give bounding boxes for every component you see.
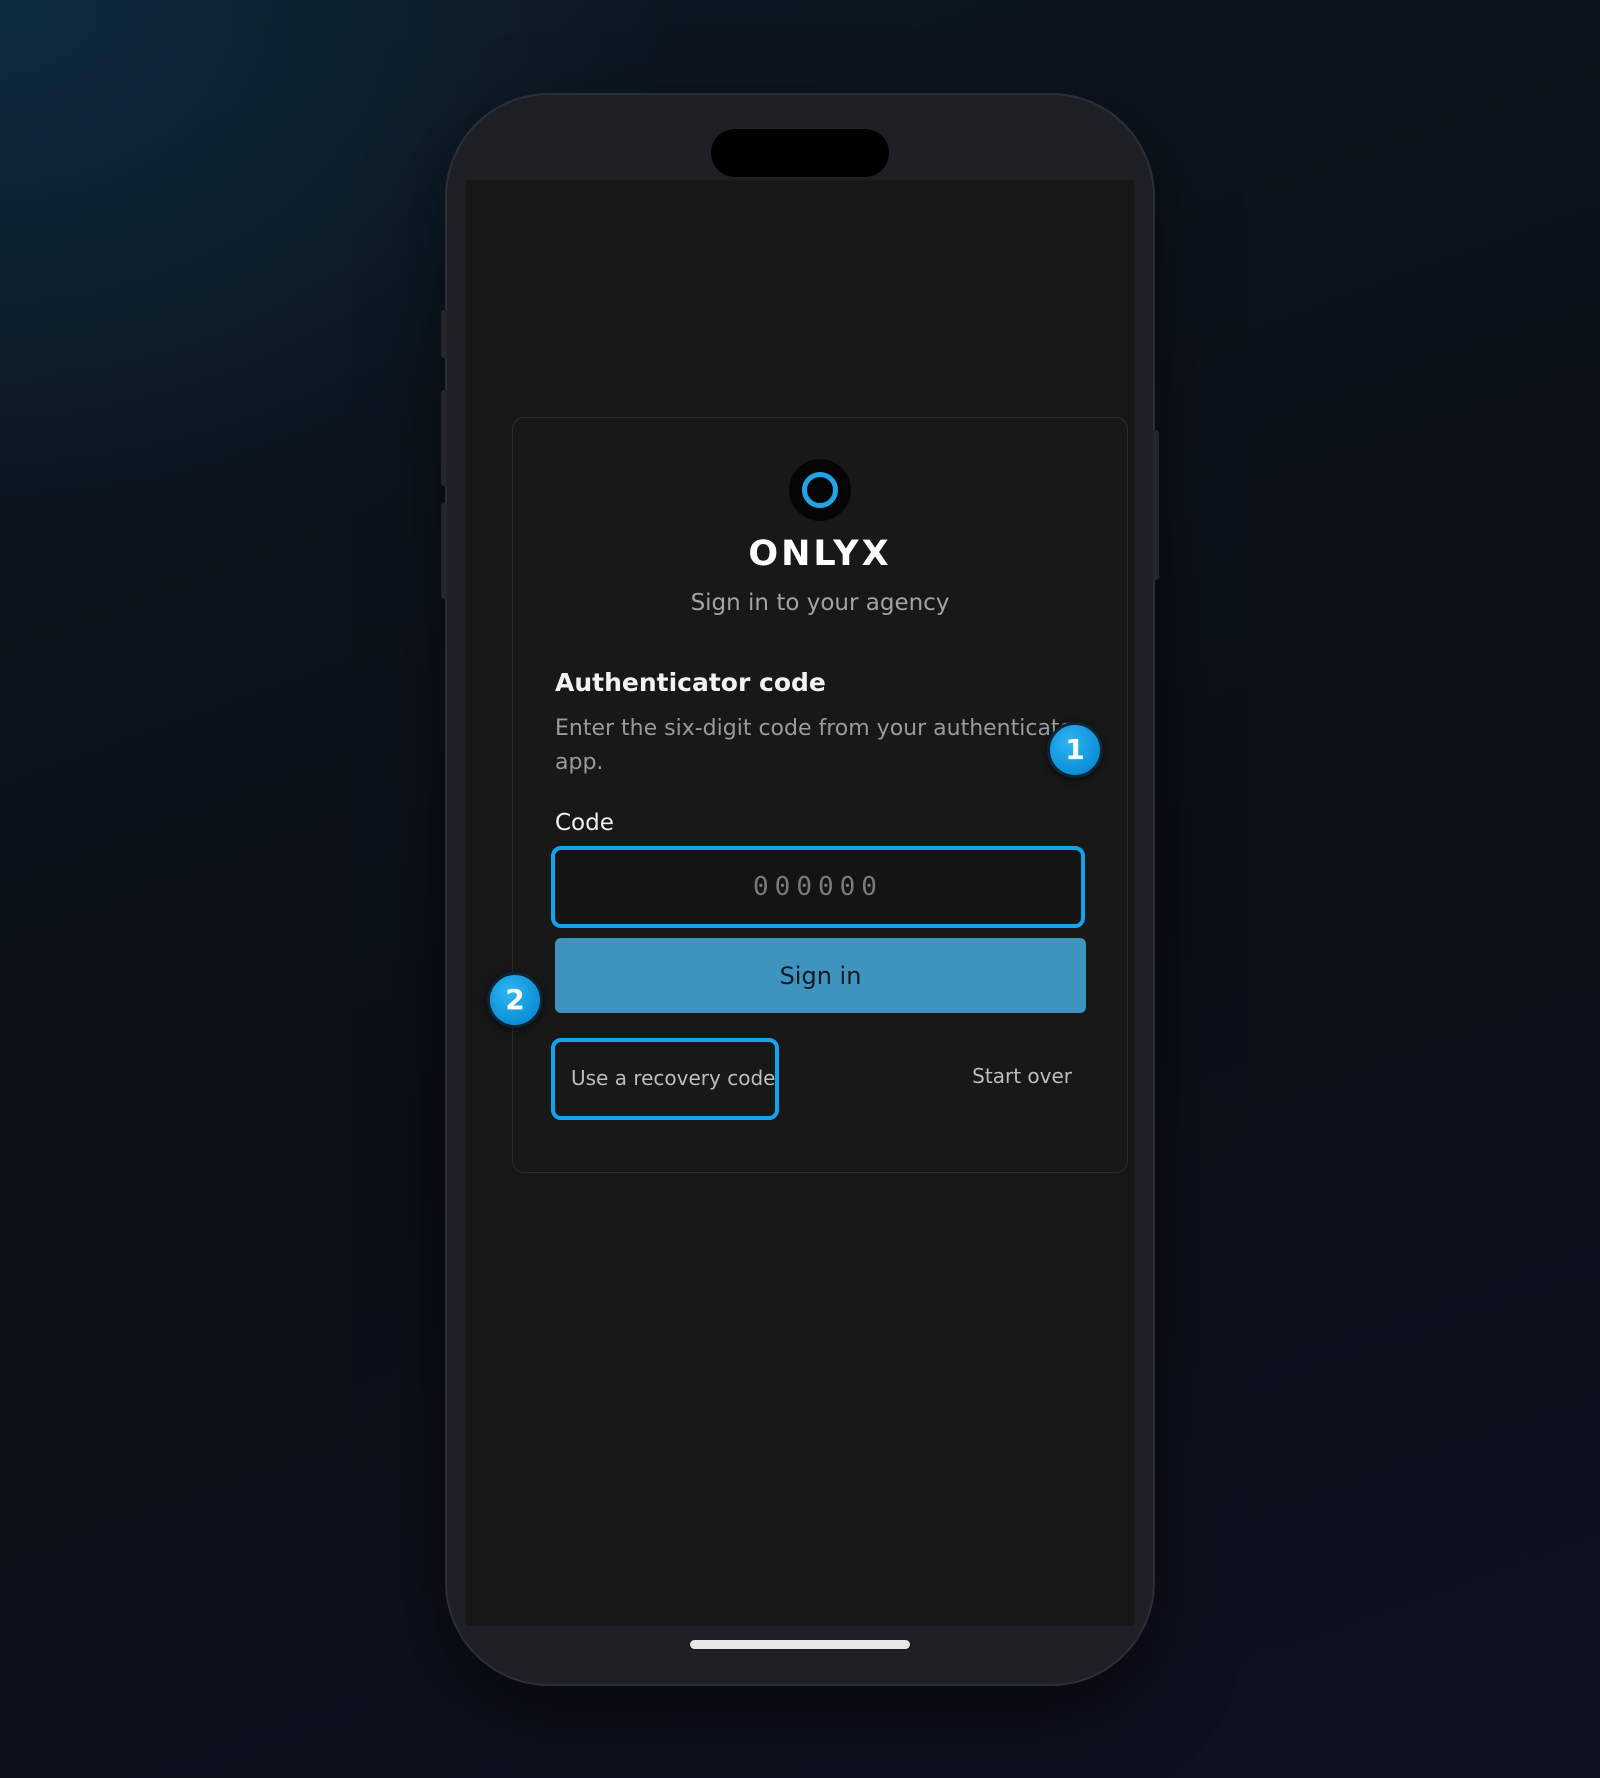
signin-card: ONLYX Sign in to your agency Authenticat… [512,417,1128,1173]
recovery-code-link[interactable]: Use a recovery code [551,1038,779,1120]
logo-ring [802,472,838,508]
volume-up-button [441,390,447,486]
volume-down-button [441,503,447,599]
sign-in-button[interactable]: Sign in [555,938,1086,1013]
code-input[interactable] [551,846,1085,928]
brand-name: ONLYX [748,534,892,574]
home-indicator [690,1640,910,1649]
onlyx-logo-icon [789,459,851,521]
annotation-badge-2: 2 [487,972,543,1028]
auth-description: Enter the six-digit code from your authe… [555,716,1083,775]
power-button [1153,430,1159,580]
start-over-link[interactable]: Start over [972,1064,1072,1088]
annotation-badge-1: 1 [1047,722,1103,778]
auth-title: Authenticator code [555,668,826,697]
phone-frame: ONLYX Sign in to your agency Authenticat… [441,95,1159,1684]
tagline: Sign in to your agency [690,590,950,616]
dynamic-island [711,129,889,177]
mute-switch [441,310,447,358]
app-screen: ONLYX Sign in to your agency Authenticat… [466,180,1134,1626]
code-label: Code [555,810,614,836]
